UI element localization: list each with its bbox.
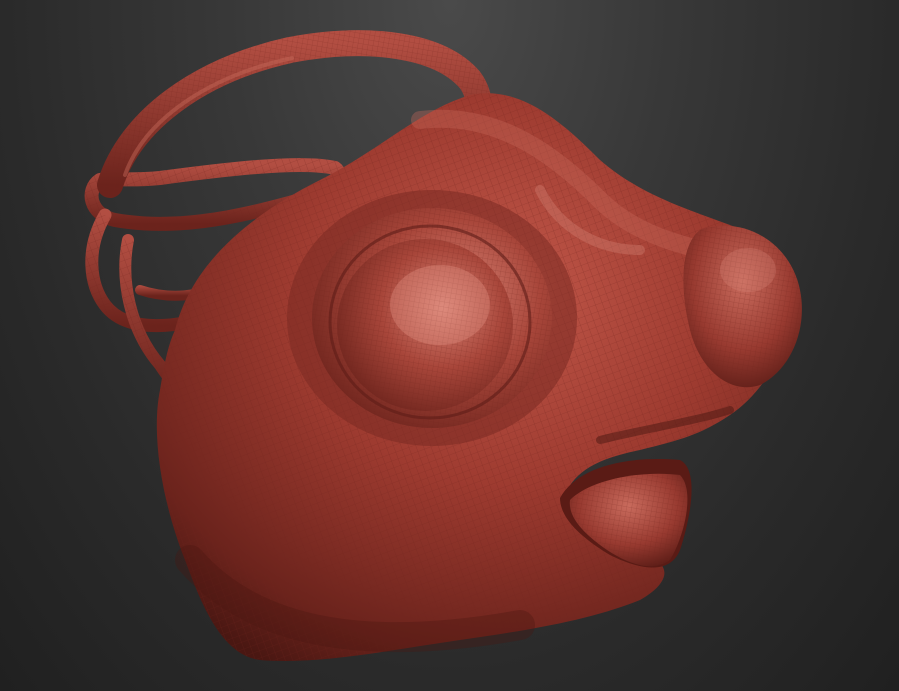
eye-socket (287, 190, 577, 446)
sculpt-model[interactable] (0, 0, 899, 691)
3d-viewport[interactable] (0, 0, 899, 691)
